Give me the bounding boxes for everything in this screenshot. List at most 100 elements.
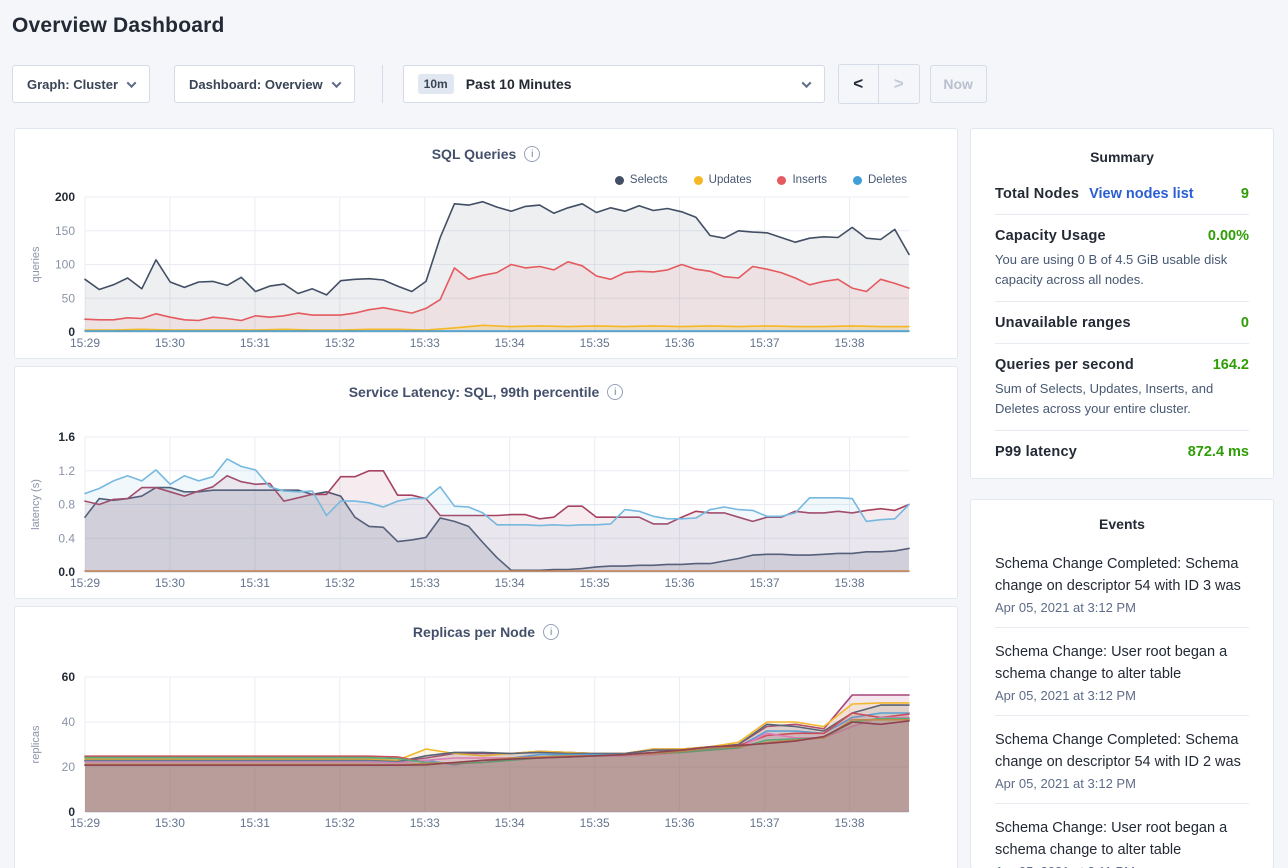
svg-text:15:31: 15:31: [240, 336, 270, 350]
graph-dropdown[interactable]: Graph: Cluster: [12, 65, 150, 103]
chart-title: SQL Queries: [432, 146, 517, 162]
service-latency-chart-card: Service Latency: SQL, 99th percentile i …: [14, 366, 958, 599]
qps-section: Queries per second 164.2 Sum of Selects,…: [995, 344, 1249, 431]
capacity-value: 0.00%: [1208, 228, 1249, 244]
chart-title: Service Latency: SQL, 99th percentile: [349, 384, 600, 400]
legend-item[interactable]: Inserts: [777, 173, 827, 187]
p99-latency-label: P99 latency: [995, 444, 1077, 460]
legend-dot-icon: [615, 176, 624, 185]
events-title: Events: [995, 516, 1249, 532]
legend-item[interactable]: Updates: [694, 173, 752, 187]
legend-dot-icon: [777, 176, 786, 185]
svg-text:15:38: 15:38: [834, 336, 864, 350]
qps-value: 164.2: [1213, 357, 1249, 373]
svg-text:15:35: 15:35: [580, 336, 610, 350]
legend-item[interactable]: Deletes: [853, 173, 907, 187]
svg-text:15:33: 15:33: [410, 576, 440, 590]
chart-canvas[interactable]: 0.00.40.81.21.615:2915:3015:3115:3215:33…: [15, 429, 957, 598]
time-range-label: Past 10 Minutes: [466, 76, 572, 92]
dashboard-dropdown[interactable]: Dashboard: Overview: [174, 65, 355, 103]
svg-text:1.6: 1.6: [58, 430, 75, 444]
legend-dot-icon: [853, 176, 862, 185]
event-item: Schema Change: User root began a schema …: [995, 803, 1249, 868]
svg-text:50: 50: [62, 291, 76, 305]
svg-text:queries: queries: [30, 246, 42, 283]
p99-latency-section: P99 latency 872.4 ms: [995, 431, 1249, 472]
chart-title: Replicas per Node: [413, 624, 535, 640]
info-icon[interactable]: i: [524, 146, 540, 162]
svg-text:150: 150: [55, 224, 75, 238]
prev-time-button[interactable]: <: [839, 65, 879, 103]
capacity-description: You are using 0 B of 4.5 GiB usable disk…: [995, 250, 1249, 289]
charts-column: SQL Queries i Selects Updates Inserts Delet…: [14, 128, 958, 868]
event-message: Schema Change Completed: Schema change o…: [995, 729, 1249, 773]
svg-text:15:36: 15:36: [665, 816, 695, 830]
time-range-picker[interactable]: 10m Past 10 Minutes: [403, 65, 825, 103]
svg-text:15:33: 15:33: [410, 816, 440, 830]
event-timestamp: Apr 05, 2021 at 3:12 PM: [995, 776, 1249, 791]
svg-text:15:34: 15:34: [495, 576, 525, 590]
chart-canvas[interactable]: 05010015020015:2915:3015:3115:3215:3315:…: [15, 189, 957, 358]
unavailable-ranges-value: 0: [1241, 315, 1249, 331]
time-nav-group: < >: [838, 64, 920, 104]
view-nodes-link[interactable]: View nodes list: [1089, 186, 1194, 202]
svg-text:15:29: 15:29: [70, 576, 100, 590]
svg-text:200: 200: [55, 190, 75, 204]
svg-text:15:30: 15:30: [155, 816, 185, 830]
chevron-left-icon: <: [853, 74, 863, 94]
chart-canvas[interactable]: 020406015:2915:3015:3115:3215:3315:3415:…: [15, 669, 957, 838]
svg-text:20: 20: [62, 760, 76, 774]
svg-text:replicas: replicas: [30, 725, 42, 763]
chevron-down-icon: [127, 78, 137, 88]
summary-title: Summary: [995, 149, 1249, 165]
svg-text:1.2: 1.2: [58, 464, 75, 478]
event-item: Schema Change Completed: Schema change o…: [995, 715, 1249, 803]
event-item: Schema Change: User root began a schema …: [995, 627, 1249, 715]
svg-text:60: 60: [62, 670, 76, 684]
time-range-badge: 10m: [418, 74, 454, 94]
capacity-label: Capacity Usage: [995, 228, 1106, 244]
next-time-button[interactable]: >: [879, 65, 919, 103]
svg-text:15:37: 15:37: [750, 576, 780, 590]
svg-text:15:30: 15:30: [155, 576, 185, 590]
svg-text:15:34: 15:34: [495, 336, 525, 350]
event-timestamp: Apr 05, 2021 at 3:12 PM: [995, 600, 1249, 615]
event-timestamp: Apr 05, 2021 at 3:12 PM: [995, 688, 1249, 703]
unavailable-ranges-section: Unavailable ranges 0: [995, 302, 1249, 344]
total-nodes-section: Total Nodes View nodes list 9: [995, 173, 1249, 215]
total-nodes-value: 9: [1241, 186, 1249, 202]
svg-text:15:36: 15:36: [665, 336, 695, 350]
legend-dot-icon: [694, 176, 703, 185]
summary-panel: Summary Total Nodes View nodes list 9 Ca…: [970, 128, 1274, 479]
chart-legend: Selects Updates Inserts Deletes: [15, 173, 957, 187]
svg-text:15:35: 15:35: [580, 576, 610, 590]
info-icon[interactable]: i: [543, 624, 559, 640]
info-icon[interactable]: i: [607, 384, 623, 400]
svg-text:latency (s): latency (s): [30, 479, 42, 530]
svg-text:15:32: 15:32: [325, 576, 355, 590]
side-column: Summary Total Nodes View nodes list 9 Ca…: [970, 128, 1274, 868]
total-nodes-label: Total Nodes: [995, 186, 1079, 202]
qps-description: Sum of Selects, Updates, Inserts, and De…: [995, 379, 1249, 418]
unavailable-ranges-label: Unavailable ranges: [995, 315, 1131, 331]
now-button[interactable]: Now: [930, 65, 987, 103]
svg-text:15:38: 15:38: [834, 576, 864, 590]
event-message: Schema Change: User root began a schema …: [995, 641, 1249, 685]
svg-text:0.8: 0.8: [58, 498, 75, 512]
svg-text:15:35: 15:35: [580, 816, 610, 830]
svg-text:15:33: 15:33: [410, 336, 440, 350]
svg-text:15:34: 15:34: [495, 816, 525, 830]
sql-queries-chart-card: SQL Queries i Selects Updates Inserts Delet…: [14, 128, 958, 359]
svg-text:100: 100: [55, 258, 75, 272]
legend-item[interactable]: Selects: [615, 173, 668, 187]
svg-text:15:36: 15:36: [665, 576, 695, 590]
dashboard-dropdown-label: Dashboard: Overview: [189, 77, 323, 92]
svg-text:15:38: 15:38: [834, 816, 864, 830]
chevron-down-icon: [331, 78, 341, 88]
events-panel: Events Schema Change Completed: Schema c…: [970, 499, 1274, 868]
svg-text:15:29: 15:29: [70, 336, 100, 350]
event-message: Schema Change Completed: Schema change o…: [995, 553, 1249, 597]
graph-dropdown-label: Graph: Cluster: [27, 77, 118, 92]
replicas-chart-card: Replicas per Node i 020406015:2915:3015:…: [14, 606, 958, 868]
svg-text:15:32: 15:32: [325, 816, 355, 830]
